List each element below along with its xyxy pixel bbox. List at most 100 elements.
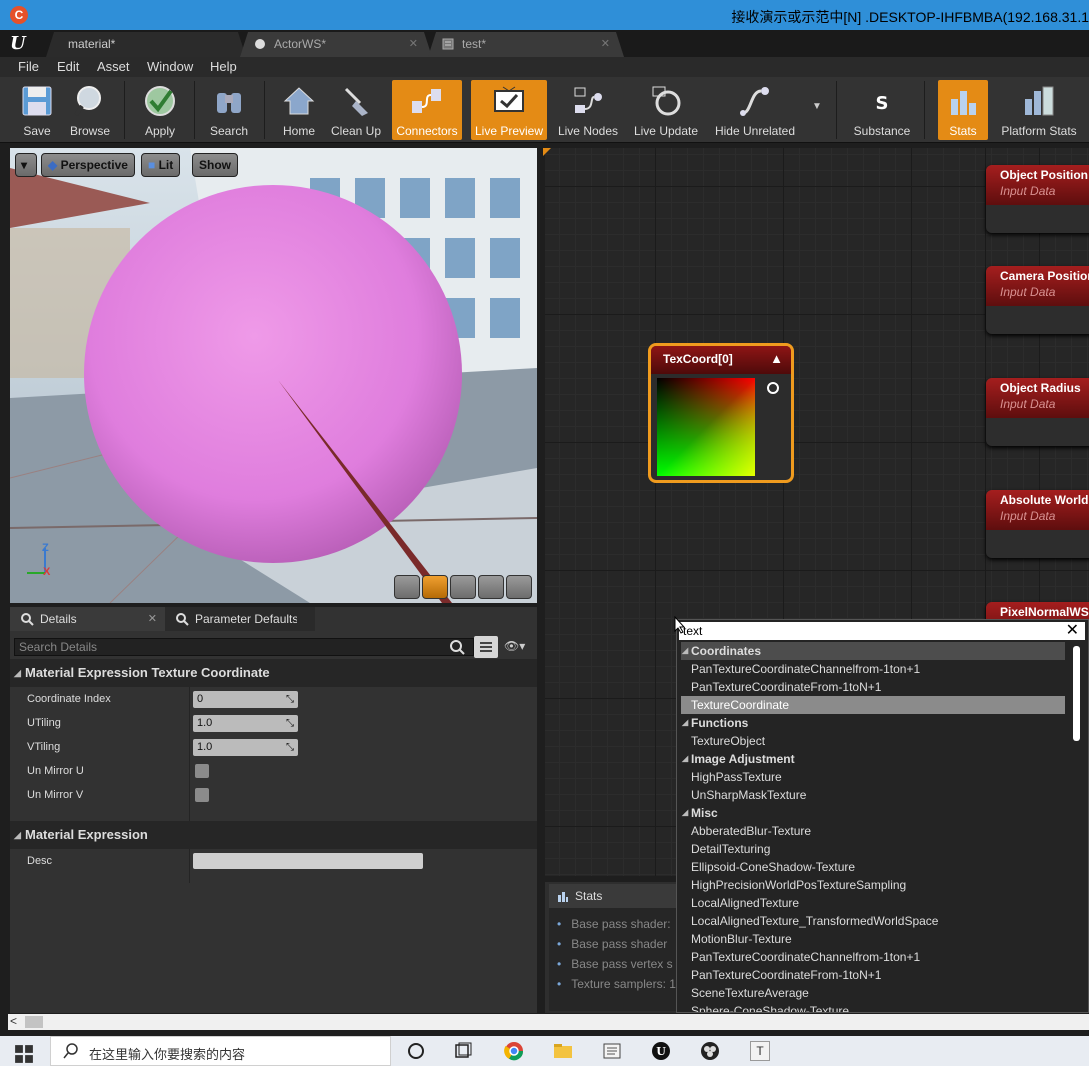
node-camera-position[interactable]: Camera Position Input Data [986,266,1089,334]
palette-item[interactable]: PanTextureCoordinateFrom-1toN+1 [681,678,1065,696]
hide-unrelated-button[interactable]: Hide Unrelated [712,80,798,140]
close-icon[interactable]: ✕ [1066,622,1079,640]
utiling-input[interactable]: 1.0 ⤡ [193,715,298,732]
chrome-icon[interactable] [504,1041,524,1061]
tab-stats[interactable]: Stats [549,884,679,908]
node-absolute-world[interactable]: Absolute World Input Data [986,490,1089,558]
palette-category[interactable]: ◢ Coordinates [681,642,1065,660]
svg-text:S: S [876,93,889,114]
task-view-icon[interactable] [453,1041,473,1061]
palette-item[interactable]: Ellipsoid-ConeShadow-Texture [681,858,1065,876]
unreal-engine-icon[interactable]: U [651,1041,671,1061]
toolbar-overflow-chevron-icon[interactable]: ▼ [812,101,822,112]
palette-item[interactable]: TextureCoordinate [681,696,1065,714]
substance-button[interactable]: S Substance [848,80,916,140]
tab-parameter-defaults[interactable]: Parameter Defaults [165,607,315,631]
scrollbar-thumb[interactable] [25,1016,43,1028]
menu-window[interactable]: Window [147,59,193,74]
obs-icon[interactable] [700,1041,720,1061]
collapse-arrow-icon[interactable]: ▲ [770,346,783,372]
palette-item[interactable]: UnSharpMaskTexture [681,786,1065,804]
preview-sphere-icon[interactable] [422,575,448,599]
palette-item[interactable]: HighPassTexture [681,768,1065,786]
notepad-icon[interactable] [602,1041,622,1061]
lit-button[interactable]: ■ Lit [141,153,181,177]
category-material-expression[interactable]: ◢ Material Expression [10,821,537,849]
category-material-expression-texture-coordinate[interactable]: ◢ Material Expression Texture Coordinate [10,659,537,687]
windows-start-icon[interactable] [14,1044,34,1064]
live-preview-button[interactable]: Live Preview [471,80,547,140]
live-update-button[interactable]: Live Update [630,80,702,140]
node-object-position[interactable]: Object Position Input Data [986,165,1089,233]
search-button[interactable]: Search [202,80,256,140]
palette-search-input[interactable]: text ✕ [679,622,1085,640]
material-preview-viewport[interactable]: ▾ ◆ Perspective ■ Lit Show Z X [10,148,537,603]
live-nodes-button[interactable]: Live Nodes [556,80,620,140]
tab-actorws[interactable]: ActorWS* ✕ [240,32,432,57]
palette-item[interactable]: AbberatedBlur-Texture [681,822,1065,840]
viewport-options-chevron-icon[interactable]: ▾ [15,153,37,177]
tab-test[interactable]: test* ✕ [428,32,624,57]
connectors-button[interactable]: Connectors [392,80,462,140]
output-pin-icon[interactable] [767,382,779,394]
property-matrix-button[interactable] [474,636,498,658]
unmirror-v-checkbox[interactable] [195,788,209,802]
remote-app-logo-icon[interactable]: C [10,6,28,24]
close-icon[interactable]: ✕ [148,607,157,631]
unreal-logo-icon[interactable]: U [10,33,32,55]
palette-item[interactable]: DetailTexturing [681,840,1065,858]
search-details-input[interactable]: Search Details [14,638,474,656]
horizontal-scrollbar[interactable]: < [8,1014,1089,1030]
palette-item[interactable]: PanTextureCoordinateFrom-1toN+1 [681,966,1065,984]
grid-icon [480,642,492,652]
axis-x-label: X [43,566,51,578]
palette-item[interactable]: LocalAlignedTexture_TransformedWorldSpac… [681,912,1065,930]
browse-button[interactable]: Browse [64,80,116,140]
node-object-radius[interactable]: Object Radius Input Data [986,378,1089,446]
save-button[interactable]: Save [10,80,64,140]
palette-item[interactable]: TextureObject [681,732,1065,750]
clean-up-button[interactable]: Clean Up [328,80,384,140]
node-texcoord[interactable]: TexCoord[0] ▲ [648,343,794,483]
taskbar-search-input[interactable]: 在这里输入你要搜索的内容 [50,1036,391,1066]
close-icon[interactable]: ✕ [601,32,610,56]
platform-stats-button[interactable]: Platform Stats [996,80,1082,140]
tab-details[interactable]: Details ✕ [10,607,165,631]
perspective-button[interactable]: ◆ Perspective [41,153,135,177]
menu-help[interactable]: Help [210,59,237,74]
vtiling-input[interactable]: 1.0 ⤡ [193,739,298,756]
preview-plane-icon[interactable] [450,575,476,599]
menu-edit[interactable]: Edit [57,59,79,74]
home-button[interactable]: Home [272,80,326,140]
unmirror-u-checkbox[interactable] [195,764,209,778]
menu-file[interactable]: File [18,59,39,74]
eye-visibility-icon[interactable]: 👁▾ [504,639,525,653]
palette-item[interactable]: LocalAlignedTexture [681,894,1065,912]
preview-cylinder-icon[interactable] [394,575,420,599]
palette-scrollbar[interactable] [1073,646,1080,741]
show-button[interactable]: Show [192,153,238,177]
palette-item[interactable]: PanTextureCoordinateChannelfrom-1ton+1 [681,948,1065,966]
apply-button[interactable]: Apply [134,80,186,140]
file-explorer-icon[interactable] [553,1041,573,1061]
palette-item[interactable]: Sphere-ConeShadow-Texture [681,1002,1065,1012]
preview-cube-icon[interactable] [478,575,504,599]
tab-material[interactable]: material* [46,32,246,57]
palette-item[interactable]: MotionBlur-Texture [681,930,1065,948]
palette-category[interactable]: ◢ Functions [681,714,1065,732]
palette-category[interactable]: ◢ Image Adjustment [681,750,1065,768]
desc-input[interactable] [193,853,423,869]
text-app-icon[interactable]: T [750,1041,770,1061]
scroll-left-arrow-icon[interactable]: < [10,1014,17,1028]
palette-category[interactable]: ◢ Misc [681,804,1065,822]
menu-asset[interactable]: Asset [97,59,130,74]
preview-teapot-icon[interactable] [506,575,532,599]
close-icon[interactable]: ✕ [409,32,418,56]
palette-item[interactable]: PanTextureCoordinateChannelfrom-1ton+1 [681,660,1065,678]
palette-item[interactable]: SceneTextureAverage [681,984,1065,1002]
search-icon[interactable] [448,638,466,656]
coordinate-index-input[interactable]: 0 ⤡ [193,691,298,708]
cortana-icon[interactable] [406,1041,426,1061]
palette-item[interactable]: HighPrecisionWorldPosTextureSampling [681,876,1065,894]
stats-button[interactable]: Stats [938,80,988,140]
